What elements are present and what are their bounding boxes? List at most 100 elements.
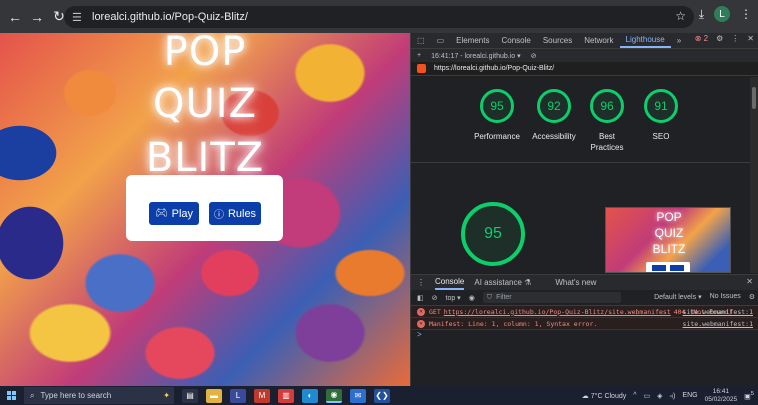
edge-icon[interactable]: ◐ — [302, 388, 318, 403]
tab-console[interactable]: Console — [495, 36, 536, 45]
app-l-icon[interactable]: L — [230, 388, 246, 403]
sidebar-toggle-icon[interactable]: ◧ — [417, 294, 424, 302]
weather-widget[interactable]: ☁ 7°C Cloudy — [582, 392, 626, 400]
info-icon: ⓘ — [213, 210, 224, 221]
drawer-tab-ai-assistance[interactable]: AI assistance ⚗ — [474, 278, 531, 287]
drawer-tabs: ⋮ Console AI assistance ⚗ What's new ✕ — [411, 275, 758, 290]
gamepad-icon: 🎮︎ — [154, 208, 168, 219]
eye-icon[interactable]: ◉ — [469, 294, 475, 302]
forward-icon[interactable]: → — [26, 6, 48, 28]
performance-big-gauge: 95 — [461, 202, 525, 266]
clear-reports-icon[interactable]: ⊘ — [531, 52, 537, 60]
score-ring: 95 — [480, 89, 514, 123]
play-button[interactable]: 🎮︎ Play — [149, 202, 199, 225]
close-drawer-icon[interactable]: ✕ — [746, 277, 753, 286]
devtools-menu-icon[interactable]: ⋮ — [731, 34, 739, 43]
tab-lighthouse[interactable]: Lighthouse — [619, 33, 671, 48]
language-indicator[interactable]: ENG — [682, 392, 697, 399]
error-count-badge[interactable]: ⊗ 2 — [695, 34, 708, 43]
drawer-tab-console[interactable]: Console — [435, 275, 465, 290]
score-ring: 96 — [590, 89, 624, 123]
lighthouse-toolbar: + 16:41:17 - lorealci.github.io ▾ ⊘ — [411, 48, 758, 62]
rules-button[interactable]: ⓘ Rules — [209, 202, 261, 225]
tab-sources[interactable]: Sources — [537, 36, 578, 45]
score-label: Performance — [474, 132, 520, 141]
avatar[interactable]: L — [714, 6, 730, 22]
score-ring: 91 — [644, 89, 678, 123]
log-url-link[interactable]: https://lorealci.github.io/Pop-Quiz-Blit… — [444, 308, 671, 316]
file-explorer-icon[interactable]: ▬ — [206, 388, 222, 403]
thumb-rules-button — [670, 265, 684, 271]
report-url-bar: https://lorealci.github.io/Pop-Quiz-Blit… — [411, 62, 758, 76]
error-icon: ✕ — [417, 307, 425, 316]
vscode-icon[interactable]: ❮❯ — [374, 388, 390, 403]
thumb-play-button — [652, 265, 666, 271]
site-info-icon[interactable]: ☰ — [72, 11, 88, 24]
error-icon: ✕ — [417, 319, 425, 328]
battery-icon[interactable]: ▭ — [644, 392, 651, 400]
scroll-thumb[interactable] — [752, 87, 756, 109]
volume-icon[interactable]: ◃) — [670, 392, 676, 400]
more-tabs-icon[interactable]: » — [671, 36, 687, 45]
windows-start-icon[interactable] — [0, 386, 22, 405]
thumb-word-pop: POP — [656, 210, 682, 224]
title-word-pop: POP — [163, 33, 247, 75]
drawer-menu-icon[interactable]: ⋮ — [417, 278, 425, 287]
score-best-practices[interactable]: 96 Best Practices — [577, 89, 637, 153]
search-icon: ⌕ — [30, 390, 35, 400]
log-source-link[interactable]: site.webmanifest:1 — [683, 308, 753, 316]
console-settings-icon[interactable]: ⚙ — [749, 293, 755, 301]
score-accessibility[interactable]: 92 Accessibility — [524, 89, 584, 142]
tab-network[interactable]: Network — [578, 36, 619, 45]
url-text: lorealci.github.io/Pop-Quiz-Blitz/ — [92, 11, 248, 23]
drawer-tab-whats-new[interactable]: What's new — [555, 278, 596, 287]
report-url: https://lorealci.github.io/Pop-Quiz-Blit… — [434, 65, 555, 72]
clock[interactable]: 16:41 05/02/2025 — [705, 388, 738, 404]
devtools-panel: ⬚ ▭ Elements Console Sources Network Lig… — [410, 33, 758, 386]
notification-icon[interactable]: ▣5 — [744, 391, 754, 400]
bookmark-star-icon[interactable]: ☆ — [675, 9, 686, 23]
mcafee-icon[interactable]: M — [254, 388, 270, 403]
back-icon[interactable]: ← — [4, 6, 26, 28]
divider — [411, 162, 751, 163]
menu-kebab-icon[interactable]: ⋮ — [740, 7, 752, 21]
browser-toolbar: ← → ↻ ☰ lorealci.github.io/Pop-Quiz-Blit… — [0, 0, 758, 33]
report-selector[interactable]: 16:41:17 - lorealci.github.io ▾ — [431, 52, 521, 60]
taskbar-search-input[interactable]: ⌕ Type here to search ✦ — [24, 387, 174, 404]
issues-button[interactable]: No Issues — [710, 293, 741, 301]
title-word-quiz: QUIZ — [153, 81, 257, 127]
tab-elements[interactable]: Elements — [450, 36, 495, 45]
tray-chevron-icon[interactable]: ^ — [633, 392, 636, 399]
log-levels-dropdown[interactable]: Default levels ▾ — [654, 293, 702, 301]
console-error-row: ✕ GET https://lorealci.github.io/Pop-Qui… — [411, 306, 758, 318]
thumb-card — [646, 262, 690, 272]
report-scrollbar[interactable] — [750, 77, 758, 273]
thumb-word-quiz: QUIZ — [654, 226, 684, 240]
score-performance[interactable]: 95 Performance — [467, 89, 527, 142]
task-view-icon[interactable]: ▤ — [182, 388, 198, 403]
app-red-icon[interactable]: ▥ — [278, 388, 294, 403]
clear-console-icon[interactable]: ⊘ — [432, 294, 438, 302]
play-label: Play — [171, 207, 194, 220]
score-seo[interactable]: 91 SEO — [631, 89, 691, 142]
address-bar[interactable]: ☰ lorealci.github.io/Pop-Quiz-Blitz/ ☆ — [64, 6, 694, 28]
log-source-link[interactable]: site.webmanifest:1 — [683, 320, 753, 328]
score-label: Best Practices — [590, 132, 624, 152]
filter-input[interactable]: ⛉ Filter — [482, 292, 621, 303]
score-ring: 92 — [537, 89, 571, 123]
context-selector[interactable]: top ▾ — [446, 294, 461, 302]
close-devtools-icon[interactable]: ✕ — [747, 34, 754, 43]
download-icon[interactable]: ⤓ — [699, 7, 704, 22]
sparkle-icon: ✦ — [163, 391, 170, 400]
device-toggle-icon[interactable]: ▭ — [431, 36, 451, 45]
mail-icon[interactable]: ✉ — [350, 388, 366, 403]
desktop: ← → ↻ ☰ lorealci.github.io/Pop-Quiz-Blit… — [0, 0, 758, 405]
chrome-icon[interactable]: ◉ — [326, 388, 342, 403]
system-tray: ☁ 7°C Cloudy ^ ▭ ◈ ◃) ENG 16:41 05/02/20… — [582, 386, 754, 405]
network-icon[interactable]: ◈ — [657, 392, 662, 400]
lighthouse-logo-icon — [417, 64, 426, 73]
settings-gear-icon[interactable]: ⚙ — [716, 34, 723, 43]
inspect-icon[interactable]: ⬚ — [411, 36, 431, 45]
new-report-icon[interactable]: + — [417, 52, 421, 59]
console-prompt[interactable]: > — [411, 330, 758, 342]
